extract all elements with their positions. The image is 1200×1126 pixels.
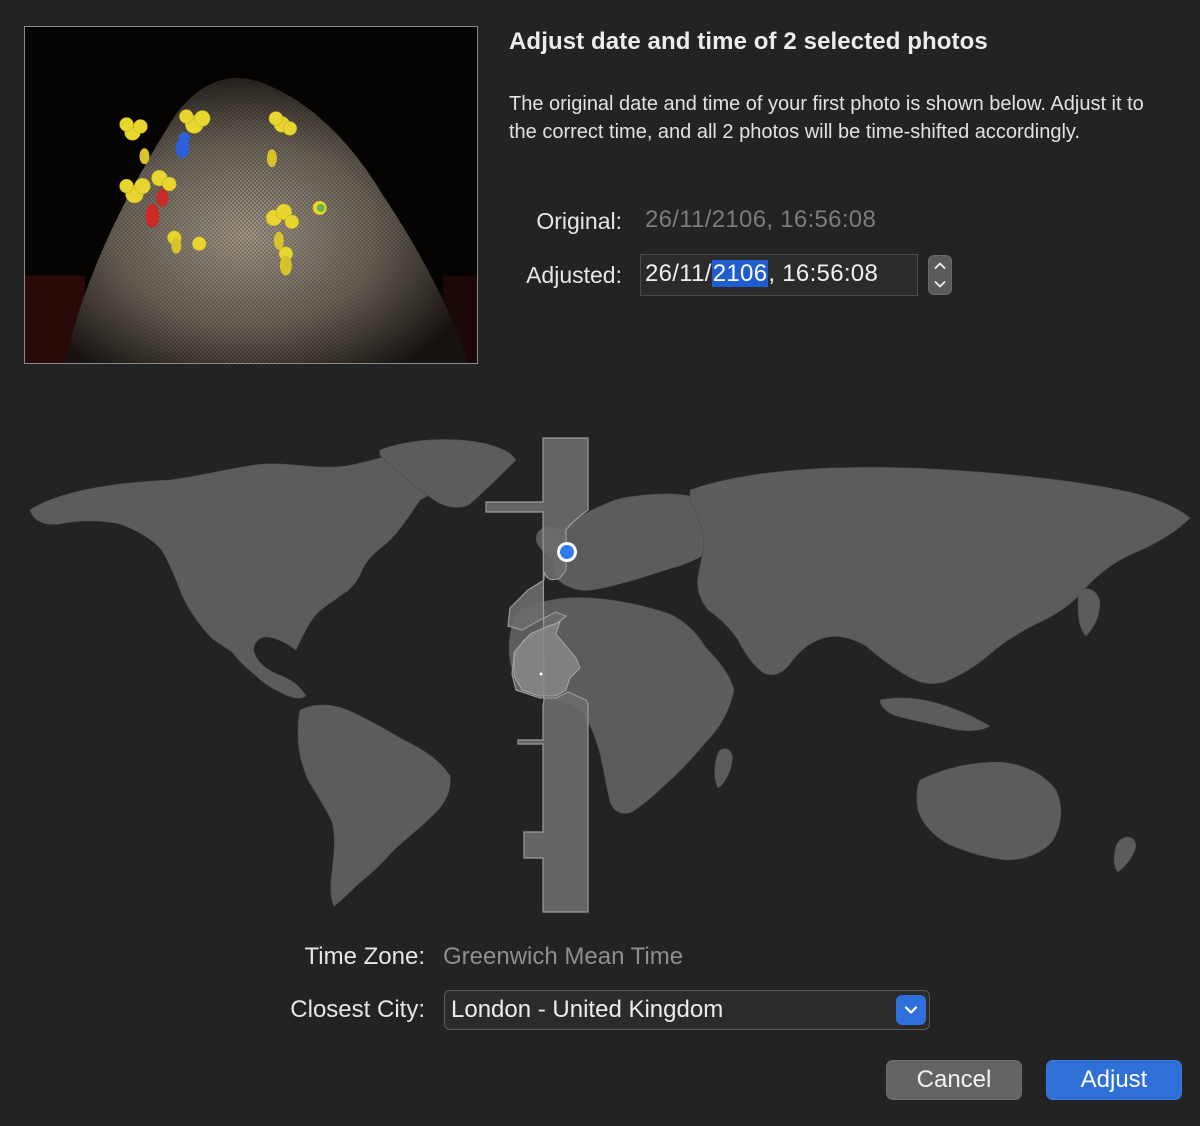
north-america (29, 447, 471, 699)
world-map[interactable] (0, 420, 1200, 920)
dialog-title: Adjust date and time of 2 selected photo… (509, 28, 988, 55)
location-pin-icon[interactable] (557, 542, 577, 562)
original-label: Original: (536, 208, 622, 234)
cancel-button[interactable]: Cancel (886, 1060, 1022, 1100)
timezone-map[interactable] (0, 420, 1200, 920)
photo-preview (24, 26, 478, 364)
continents (29, 439, 1191, 907)
chevron-down-icon (904, 1006, 918, 1014)
city-dot (539, 672, 543, 676)
chevron-down-icon (934, 281, 946, 288)
chevron-up-icon (934, 262, 946, 269)
timezone-label: Time Zone: (304, 943, 425, 970)
dropdown-button[interactable] (896, 995, 926, 1025)
adjusted-datetime-field[interactable]: 26/11/2106, 16:56:08 (640, 254, 918, 296)
japan (1077, 588, 1101, 637)
closest-city-label: Closest City: (290, 996, 425, 1023)
south-america (297, 704, 451, 907)
southeast-asia-islands (879, 697, 991, 732)
closest-city-value[interactable]: London - United Kingdom (451, 996, 723, 1024)
timezone-value: Greenwich Mean Time (443, 943, 684, 970)
photo-image (25, 27, 477, 363)
adjusted-year-segment[interactable]: 2106 (711, 260, 769, 287)
dialog-description: The original date and time of your first… (509, 93, 1144, 143)
adjusted-time-suffix[interactable]: , 16:56:08 (768, 260, 878, 287)
new-zealand (1113, 836, 1137, 873)
stepper-up-button[interactable] (929, 256, 951, 275)
closest-city-select[interactable]: London - United Kingdom (444, 990, 930, 1030)
adjust-button[interactable]: Adjust (1046, 1060, 1182, 1100)
adjusted-label: Adjusted: (526, 262, 622, 288)
original-datetime: 26/11/2106, 16:56:08 (645, 206, 877, 233)
australia (916, 761, 1062, 861)
madagascar (714, 748, 733, 789)
datetime-stepper[interactable] (928, 255, 952, 295)
asia (689, 466, 1191, 684)
adjust-date-time-dialog: Adjust date and time of 2 selected photo… (0, 0, 1200, 1126)
adjusted-date-prefix[interactable]: 26/11/ (645, 260, 712, 287)
stepper-down-button[interactable] (929, 275, 951, 294)
